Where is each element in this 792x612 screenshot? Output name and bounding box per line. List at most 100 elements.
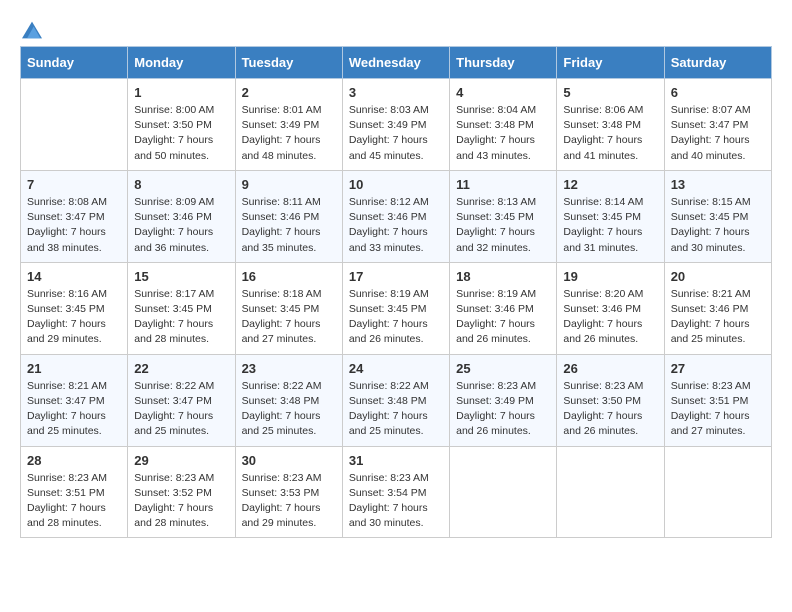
day-number: 26: [563, 361, 657, 376]
day-number: 10: [349, 177, 443, 192]
day-number: 31: [349, 453, 443, 468]
day-number: 21: [27, 361, 121, 376]
day-info: Sunrise: 8:09 AM Sunset: 3:46 PM Dayligh…: [134, 195, 228, 256]
day-number: 15: [134, 269, 228, 284]
week-row-5: 28Sunrise: 8:23 AM Sunset: 3:51 PM Dayli…: [21, 446, 772, 538]
day-info: Sunrise: 8:20 AM Sunset: 3:46 PM Dayligh…: [563, 287, 657, 348]
day-cell: [664, 446, 771, 538]
day-info: Sunrise: 8:21 AM Sunset: 3:47 PM Dayligh…: [27, 379, 121, 440]
day-number: 27: [671, 361, 765, 376]
day-cell: 4 Sunrise: 8:04 AM Sunset: 3:48 PM Daylig…: [450, 79, 557, 171]
day-cell: [557, 446, 664, 538]
day-info: Sunrise: 8:12 AM Sunset: 3:46 PM Dayligh…: [349, 195, 443, 256]
day-number: 23: [242, 361, 336, 376]
day-number: 20: [671, 269, 765, 284]
day-number: 5: [563, 85, 657, 100]
day-number: 3: [349, 85, 443, 100]
day-cell: 16 Sunrise: 8:18 AM Sunset: 3:45 PM Dayli…: [235, 262, 342, 354]
day-info: Sunrise: 8:22 AM Sunset: 3:48 PM Dayligh…: [242, 379, 336, 440]
day-number: 24: [349, 361, 443, 376]
header-cell-saturday: Saturday: [664, 47, 771, 79]
day-cell: 23 Sunrise: 8:22 AM Sunset: 3:48 PM Dayli…: [235, 354, 342, 446]
day-cell: 14Sunrise: 8:16 AM Sunset: 3:45 PM Dayli…: [21, 262, 128, 354]
day-cell: 20 Sunrise: 8:21 AM Sunset: 3:46 PM Dayli…: [664, 262, 771, 354]
logo-icon: [22, 20, 42, 40]
day-cell: 7 Sunrise: 8:08 AM Sunset: 3:47 PM Daylig…: [21, 170, 128, 262]
header-cell-sunday: Sunday: [21, 47, 128, 79]
day-cell: [21, 79, 128, 171]
day-cell: 19 Sunrise: 8:20 AM Sunset: 3:46 PM Dayli…: [557, 262, 664, 354]
day-cell: 22 Sunrise: 8:22 AM Sunset: 3:47 PM Dayli…: [128, 354, 235, 446]
header-cell-thursday: Thursday: [450, 47, 557, 79]
week-row-4: 21 Sunrise: 8:21 AM Sunset: 3:47 PM Dayli…: [21, 354, 772, 446]
day-info: Sunrise: 8:21 AM Sunset: 3:46 PM Dayligh…: [671, 287, 765, 348]
week-row-1: 1 Sunrise: 8:00 AM Sunset: 3:50 PM Daylig…: [21, 79, 772, 171]
day-number: 18: [456, 269, 550, 284]
day-cell: 6 Sunrise: 8:07 AM Sunset: 3:47 PM Daylig…: [664, 79, 771, 171]
day-number: 7: [27, 177, 121, 192]
day-info: Sunrise: 8:08 AM Sunset: 3:47 PM Dayligh…: [27, 195, 121, 256]
day-info: Sunrise: 8:06 AM Sunset: 3:48 PM Dayligh…: [563, 103, 657, 164]
day-number: 13: [671, 177, 765, 192]
day-cell: 8 Sunrise: 8:09 AM Sunset: 3:46 PM Daylig…: [128, 170, 235, 262]
day-cell: 25Sunrise: 8:23 AM Sunset: 3:49 PM Dayli…: [450, 354, 557, 446]
day-cell: 29 Sunrise: 8:23 AM Sunset: 3:52 PM Dayli…: [128, 446, 235, 538]
day-cell: 31 Sunrise: 8:23 AM Sunset: 3:54 PM Dayli…: [342, 446, 449, 538]
day-number: 1: [134, 85, 228, 100]
day-cell: 11 Sunrise: 8:13 AM Sunset: 3:45 PM Dayli…: [450, 170, 557, 262]
day-cell: 30 Sunrise: 8:23 AM Sunset: 3:53 PM Dayli…: [235, 446, 342, 538]
day-number: 16: [242, 269, 336, 284]
day-number: 22: [134, 361, 228, 376]
day-number: 30: [242, 453, 336, 468]
day-info: Sunrise: 8:14 AM Sunset: 3:45 PM Dayligh…: [563, 195, 657, 256]
day-cell: 2 Sunrise: 8:01 AM Sunset: 3:49 PM Daylig…: [235, 79, 342, 171]
day-number: 2: [242, 85, 336, 100]
day-cell: 10 Sunrise: 8:12 AM Sunset: 3:46 PM Dayli…: [342, 170, 449, 262]
day-info: Sunrise: 8:01 AM Sunset: 3:49 PM Dayligh…: [242, 103, 336, 164]
day-cell: 17Sunrise: 8:19 AM Sunset: 3:45 PM Dayli…: [342, 262, 449, 354]
day-info: Sunrise: 8:22 AM Sunset: 3:48 PM Dayligh…: [349, 379, 443, 440]
day-info: Sunrise: 8:17 AM Sunset: 3:45 PM Dayligh…: [134, 287, 228, 348]
day-cell: 12Sunrise: 8:14 AM Sunset: 3:45 PM Dayli…: [557, 170, 664, 262]
header-cell-monday: Monday: [128, 47, 235, 79]
day-info: Sunrise: 8:22 AM Sunset: 3:47 PM Dayligh…: [134, 379, 228, 440]
day-cell: 24 Sunrise: 8:22 AM Sunset: 3:48 PM Dayli…: [342, 354, 449, 446]
day-info: Sunrise: 8:23 AM Sunset: 3:51 PM Dayligh…: [671, 379, 765, 440]
day-cell: 18 Sunrise: 8:19 AM Sunset: 3:46 PM Dayli…: [450, 262, 557, 354]
day-number: 8: [134, 177, 228, 192]
calendar-header-row: SundayMondayTuesdayWednesdayThursdayFrid…: [21, 47, 772, 79]
day-cell: 21 Sunrise: 8:21 AM Sunset: 3:47 PM Dayli…: [21, 354, 128, 446]
header-cell-wednesday: Wednesday: [342, 47, 449, 79]
logo: [20, 20, 42, 36]
day-cell: 3 Sunrise: 8:03 AM Sunset: 3:49 PM Daylig…: [342, 79, 449, 171]
day-info: Sunrise: 8:23 AM Sunset: 3:52 PM Dayligh…: [134, 471, 228, 532]
day-number: 28: [27, 453, 121, 468]
day-number: 29: [134, 453, 228, 468]
day-number: 4: [456, 85, 550, 100]
day-info: Sunrise: 8:19 AM Sunset: 3:46 PM Dayligh…: [456, 287, 550, 348]
day-number: 19: [563, 269, 657, 284]
day-info: Sunrise: 8:18 AM Sunset: 3:45 PM Dayligh…: [242, 287, 336, 348]
day-info: Sunrise: 8:04 AM Sunset: 3:48 PM Dayligh…: [456, 103, 550, 164]
day-number: 25: [456, 361, 550, 376]
day-info: Sunrise: 8:16 AM Sunset: 3:45 PM Dayligh…: [27, 287, 121, 348]
header-cell-friday: Friday: [557, 47, 664, 79]
day-cell: 15 Sunrise: 8:17 AM Sunset: 3:45 PM Dayli…: [128, 262, 235, 354]
day-info: Sunrise: 8:13 AM Sunset: 3:45 PM Dayligh…: [456, 195, 550, 256]
calendar-table: SundayMondayTuesdayWednesdayThursdayFrid…: [20, 46, 772, 538]
day-info: Sunrise: 8:23 AM Sunset: 3:53 PM Dayligh…: [242, 471, 336, 532]
day-number: 11: [456, 177, 550, 192]
day-info: Sunrise: 8:23 AM Sunset: 3:54 PM Dayligh…: [349, 471, 443, 532]
day-cell: 27 Sunrise: 8:23 AM Sunset: 3:51 PM Dayli…: [664, 354, 771, 446]
day-info: Sunrise: 8:07 AM Sunset: 3:47 PM Dayligh…: [671, 103, 765, 164]
day-info: Sunrise: 8:03 AM Sunset: 3:49 PM Dayligh…: [349, 103, 443, 164]
day-number: 17: [349, 269, 443, 284]
day-info: Sunrise: 8:15 AM Sunset: 3:45 PM Dayligh…: [671, 195, 765, 256]
week-row-2: 7 Sunrise: 8:08 AM Sunset: 3:47 PM Daylig…: [21, 170, 772, 262]
day-cell: 9Sunrise: 8:11 AM Sunset: 3:46 PM Daylig…: [235, 170, 342, 262]
day-number: 9: [242, 177, 336, 192]
day-info: Sunrise: 8:00 AM Sunset: 3:50 PM Dayligh…: [134, 103, 228, 164]
day-number: 6: [671, 85, 765, 100]
day-cell: 26Sunrise: 8:23 AM Sunset: 3:50 PM Dayli…: [557, 354, 664, 446]
day-cell: 1 Sunrise: 8:00 AM Sunset: 3:50 PM Daylig…: [128, 79, 235, 171]
